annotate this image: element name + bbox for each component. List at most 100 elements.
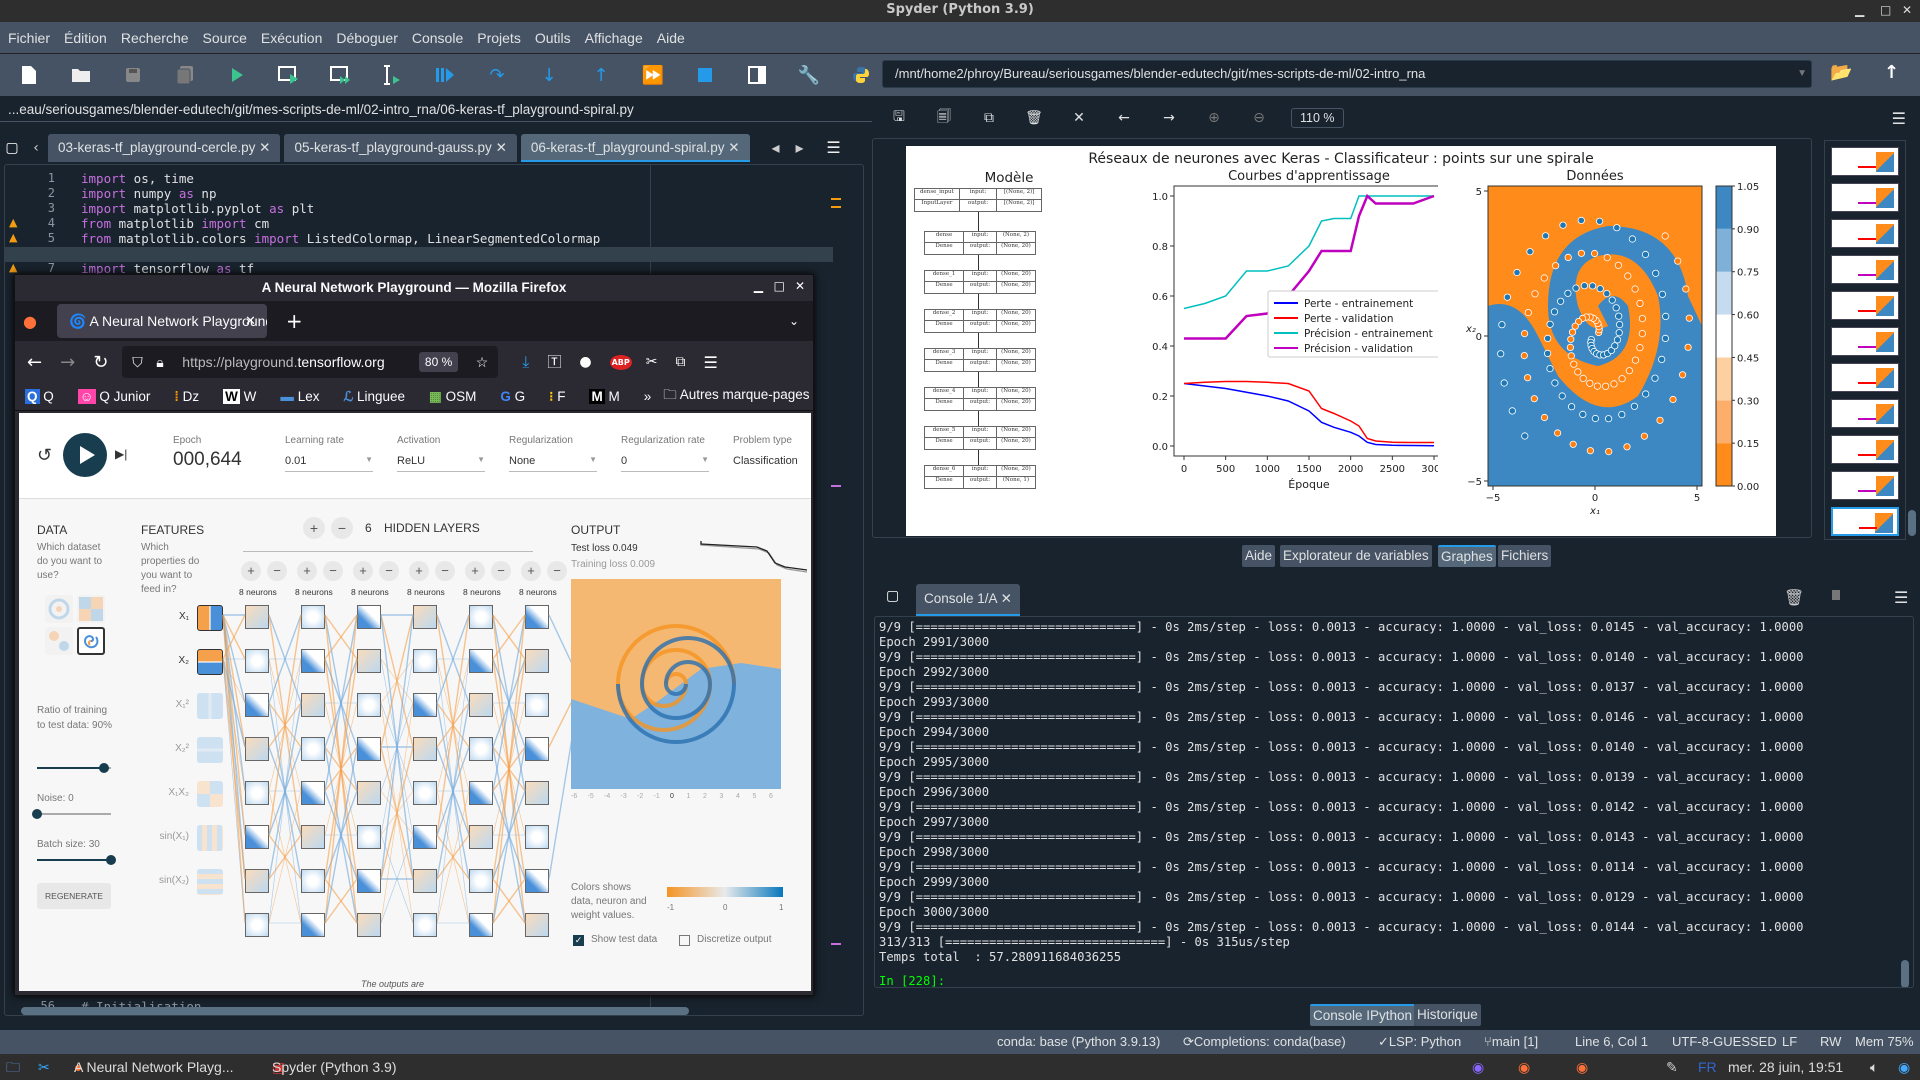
menu-console[interactable]: Console (412, 30, 463, 46)
save-all-plots-icon[interactable]: 🗐 (931, 106, 957, 130)
console-scrollbar[interactable] (1901, 625, 1911, 987)
screenshot-tool-icon[interactable]: ✂ (38, 1054, 50, 1080)
tab-gauss[interactable]: 05-keras-tf_playground-gauss.py ✕ (284, 134, 517, 162)
scroll-tabs-right-arrow[interactable]: ▸ (788, 134, 812, 162)
save-plot-icon[interactable]: 🖫 (886, 106, 912, 130)
scroll-tabs-left-arrow[interactable]: ◂ (764, 134, 788, 162)
remove-plot-icon[interactable]: 🗑 (1021, 110, 1047, 126)
new-file-icon[interactable] (14, 60, 44, 90)
network-icon[interactable]: ✎ (1666, 1054, 1678, 1080)
bookmark-g[interactable]: G G (500, 389, 537, 404)
run-cell-advance-icon[interactable] (326, 60, 356, 90)
file-manager-icon[interactable]: 🗀 (6, 1054, 20, 1080)
thumbnail-scrollbar[interactable] (1908, 140, 1916, 540)
close-tab-icon[interactable]: ✕ (496, 140, 507, 155)
plot-thumbnail[interactable] (1831, 471, 1899, 500)
run-cell-icon[interactable] (274, 60, 304, 90)
minimize-button[interactable]: ▁ (1855, 0, 1864, 20)
back-button[interactable]: ← (27, 352, 42, 373)
add-neuron-button[interactable]: + (409, 561, 429, 581)
menu-fichier[interactable]: Fichier (8, 30, 50, 46)
python-path-icon[interactable] (846, 60, 876, 90)
remove-neuron-button[interactable]: − (435, 561, 455, 581)
add-neuron-button[interactable]: + (241, 561, 261, 581)
menu-source[interactable]: Source (203, 30, 247, 46)
show-test-data-checkbox[interactable]: ✓ (573, 935, 584, 946)
plot-thumbnail[interactable] (1831, 291, 1899, 320)
tab-ipython-console[interactable]: Console IPython (1310, 1004, 1416, 1026)
bluetooth-icon[interactable]: ◉ (1898, 1054, 1910, 1080)
close-tab-icon[interactable]: ✕ (259, 140, 270, 155)
keyboard-layout[interactable]: FR (1698, 1054, 1717, 1080)
parent-directory-icon[interactable]: ↑ (1884, 62, 1899, 83)
conda-env-status[interactable]: conda: base (Python 3.9.13) (997, 1030, 1160, 1054)
working-directory-input[interactable]: /mnt/home2/phroy/Bureau/seriousgames/ble… (882, 60, 1812, 88)
scroll-tabs-left-icon[interactable]: ‹ (24, 134, 48, 162)
horizontal-scrollbar[interactable] (21, 1007, 689, 1015)
run-icon[interactable] (222, 60, 252, 90)
tab-aide[interactable]: Aide (1242, 545, 1276, 567)
ff-maximize-button[interactable]: □ (774, 279, 785, 293)
remove-neuron-button[interactable]: − (323, 561, 343, 581)
previous-plot-icon[interactable]: ← (1111, 110, 1137, 126)
save-icon[interactable] (118, 60, 148, 90)
plot-thumbnail[interactable] (1831, 255, 1899, 284)
git-branch-status[interactable]: ⑂ main [1] (1484, 1030, 1538, 1054)
activation-select[interactable]: ReLU ▼ (397, 455, 485, 472)
bookmark-linguee[interactable]: ℒ Linguee (343, 389, 417, 405)
plots-options-menu-icon[interactable]: ☰ (1892, 109, 1906, 128)
menu-edition[interactable]: Édition (64, 30, 107, 46)
browse-tabs-icon[interactable]: ▢ (0, 134, 24, 162)
console-tab[interactable]: Console 1/A ✕ (916, 584, 1020, 616)
extension-icon[interactable]: ✂ (646, 354, 658, 370)
more-bookmarks-chevron-icon[interactable]: » (644, 389, 652, 404)
preferences-wrench-icon[interactable]: 🔧 (794, 60, 824, 90)
noise-slider[interactable] (32, 809, 111, 819)
ipython-console[interactable]: 9/9 [==============================] - 0… (874, 616, 1914, 988)
remove-neuron-button[interactable]: − (491, 561, 511, 581)
extensions-puzzle-icon[interactable]: ⧉ (675, 354, 685, 370)
zoom-indicator[interactable]: 80 % (418, 352, 459, 372)
bookmark-w[interactable]: W W (223, 389, 268, 404)
remove-layer-button[interactable]: − (331, 517, 353, 539)
chevron-down-icon[interactable]: ▼ (1797, 61, 1807, 87)
browser-tab-playground[interactable]: 🌀 A Neural Network Playground (56, 304, 267, 338)
regularization-rate-select[interactable]: 0 ▼ (621, 455, 709, 472)
bookmark-lex[interactable]: ▬ Lex (280, 389, 331, 404)
tray-firefox-spyder-icon[interactable]: ◉ (1518, 1054, 1530, 1080)
editor-options-menu-icon[interactable]: ☰ (822, 134, 846, 162)
remove-all-plots-icon[interactable]: ✕ (1066, 110, 1092, 126)
tray-firefox-icon[interactable]: ◉ (1576, 1054, 1588, 1080)
play-button[interactable] (63, 433, 107, 477)
ff-close-button[interactable]: ✕ (795, 279, 805, 293)
remove-neuron-button[interactable]: − (379, 561, 399, 581)
tab-cercle[interactable]: 03-keras-tf_playground-cercle.py ✕ (48, 134, 281, 162)
bookmark-f[interactable]: ⁝ F (549, 389, 577, 405)
adblock-icon[interactable]: ABP (609, 354, 632, 370)
tab-historique[interactable]: Historique (1414, 1004, 1481, 1026)
add-neuron-button[interactable]: + (521, 561, 541, 581)
shield-icon[interactable]: ⛉ (132, 346, 143, 378)
menu-execution[interactable]: Exécution (261, 30, 322, 46)
dataset-spiral[interactable] (77, 627, 105, 655)
browse-consoles-icon[interactable]: ▢ (886, 588, 899, 604)
regenerate-button[interactable]: REGENERATE (37, 883, 111, 909)
dataset-circle[interactable] (45, 595, 73, 623)
browse-folder-icon[interactable]: 📂 (1830, 62, 1852, 83)
open-file-icon[interactable] (66, 60, 96, 90)
plot-thumbnail[interactable] (1831, 363, 1899, 392)
bookmark-star-icon[interactable]: ☆ (476, 346, 489, 378)
remove-variables-icon[interactable]: 🗑 (1784, 588, 1804, 607)
bookmark-q[interactable]: Q Q (25, 389, 66, 404)
ratio-slider[interactable] (37, 763, 111, 773)
add-layer-button[interactable]: + (303, 517, 325, 539)
plot-zoom-value[interactable]: 110 % (1291, 108, 1344, 128)
plot-thumbnail[interactable] (1831, 327, 1899, 356)
reset-icon[interactable]: ↺ (37, 445, 52, 466)
bookmark-m[interactable]: M M (589, 389, 631, 404)
dataset-xor[interactable] (77, 595, 105, 623)
menu-outils[interactable]: Outils (535, 30, 571, 46)
plot-thumbnails[interactable] (1824, 140, 1906, 540)
continue-icon[interactable]: ⏩ (638, 60, 668, 90)
menu-affichage[interactable]: Affichage (585, 30, 643, 46)
